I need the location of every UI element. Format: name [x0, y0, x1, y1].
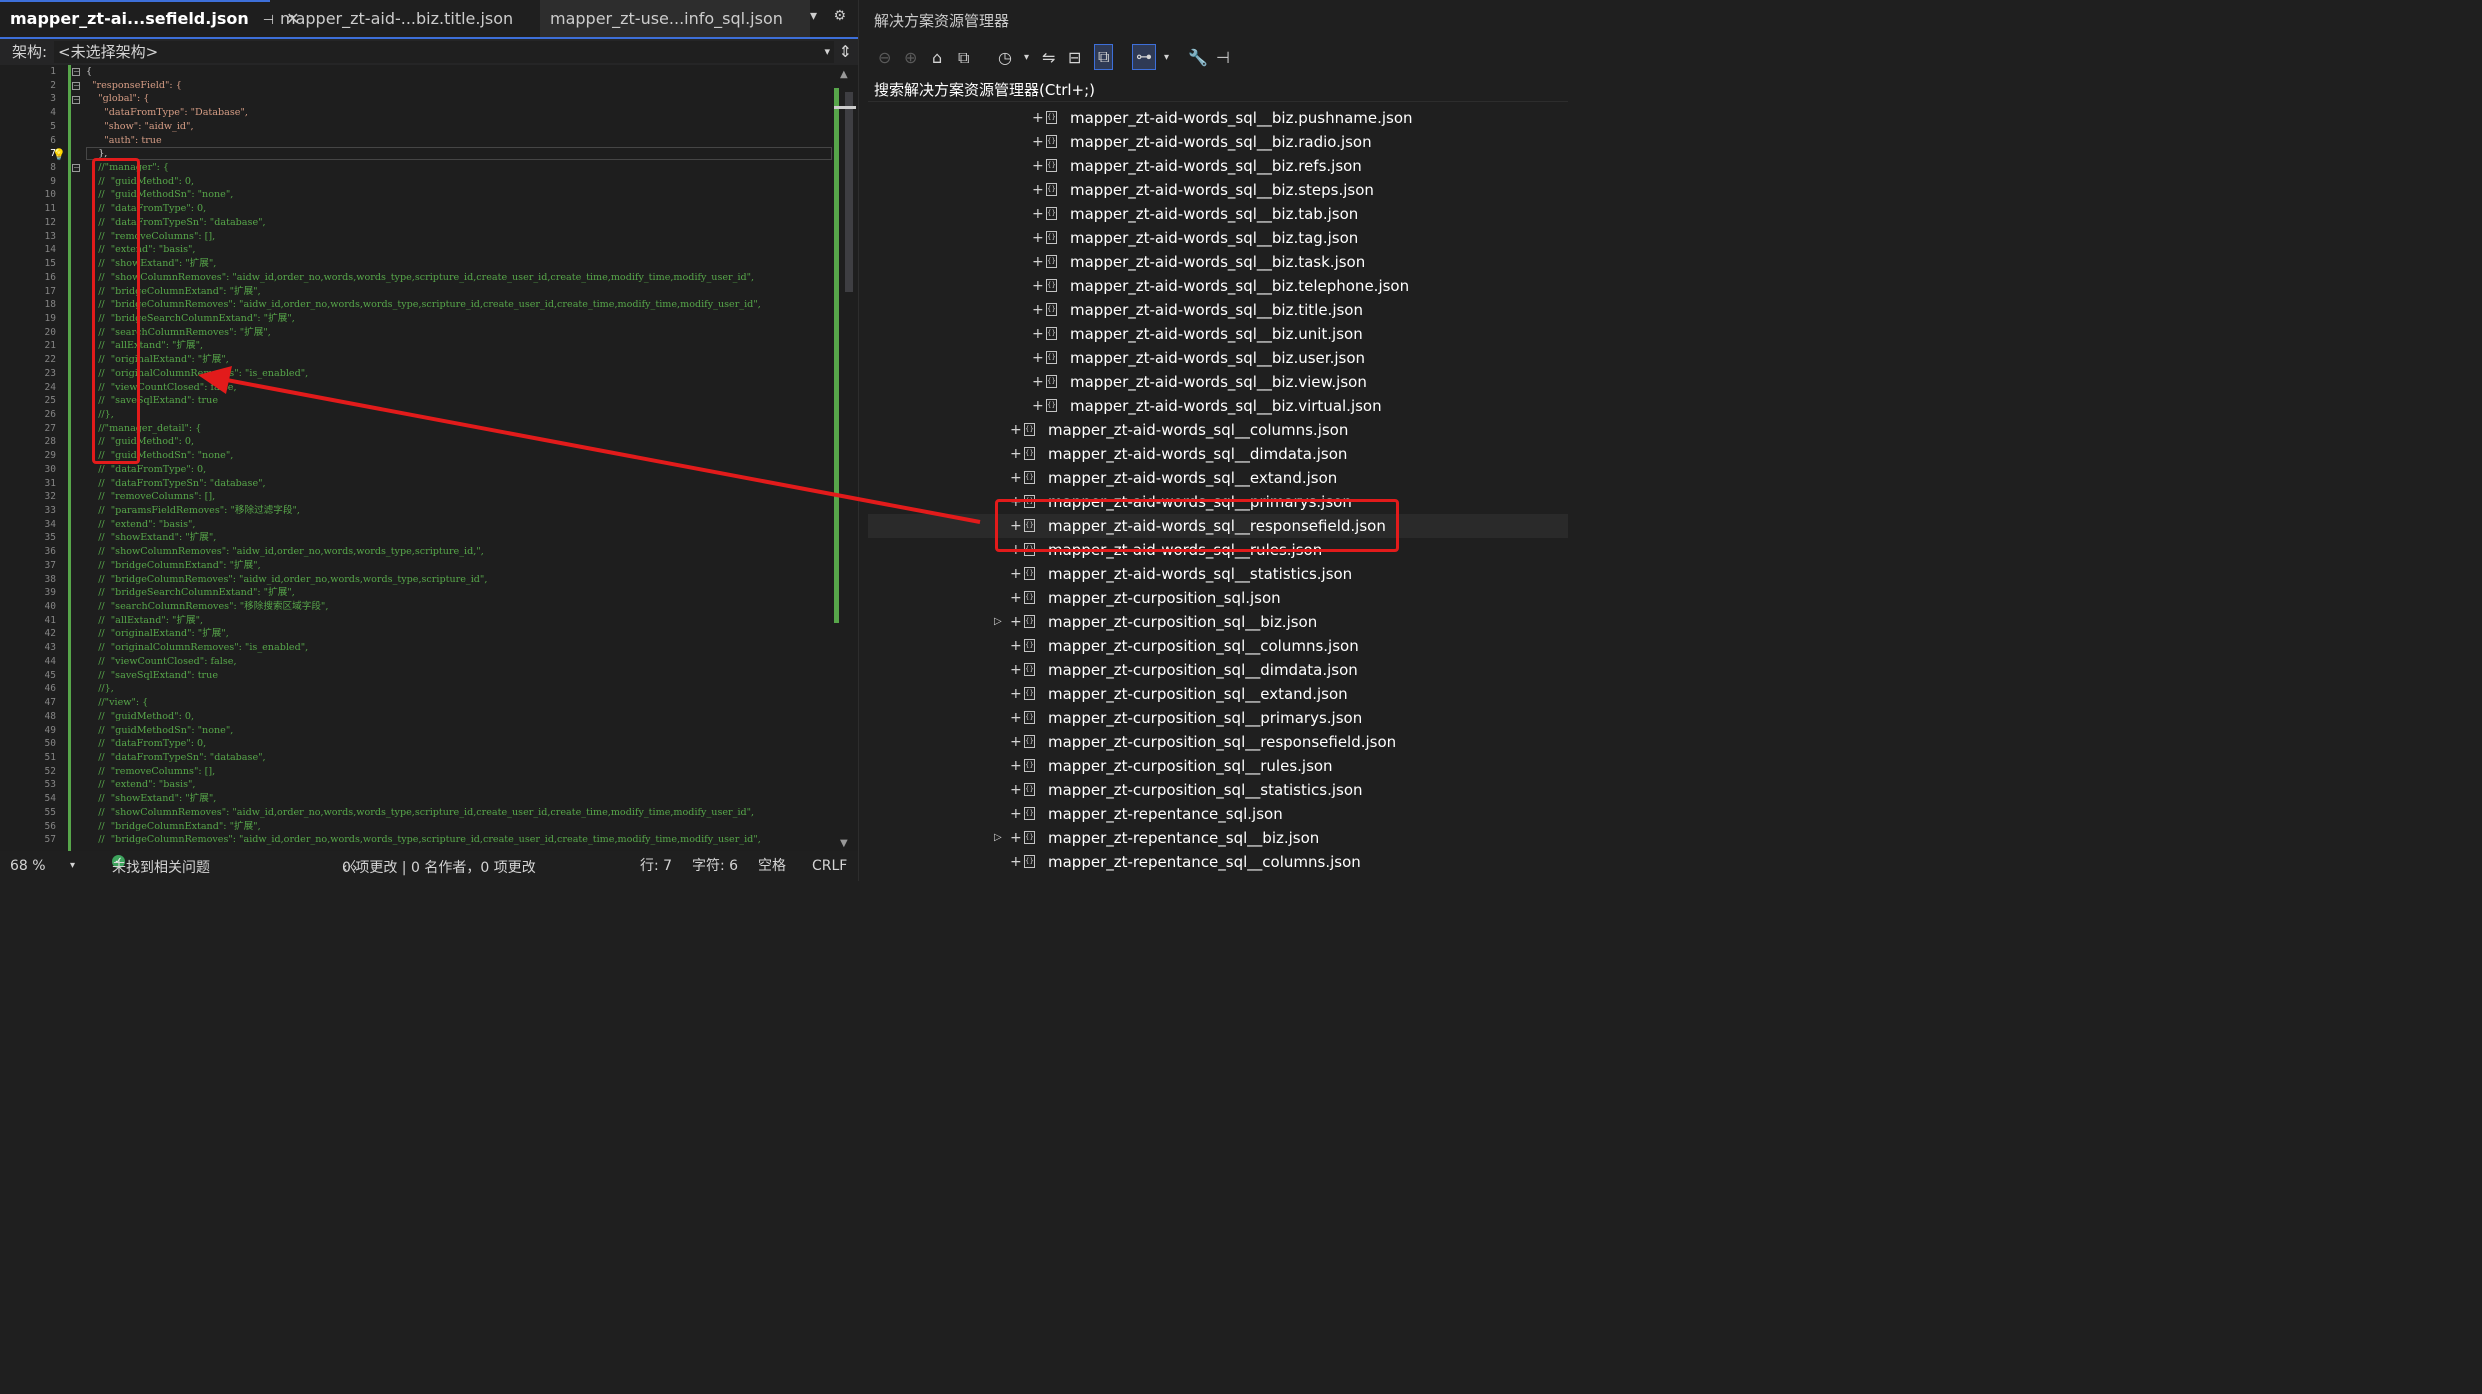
annotation-arrow	[198, 366, 981, 524]
